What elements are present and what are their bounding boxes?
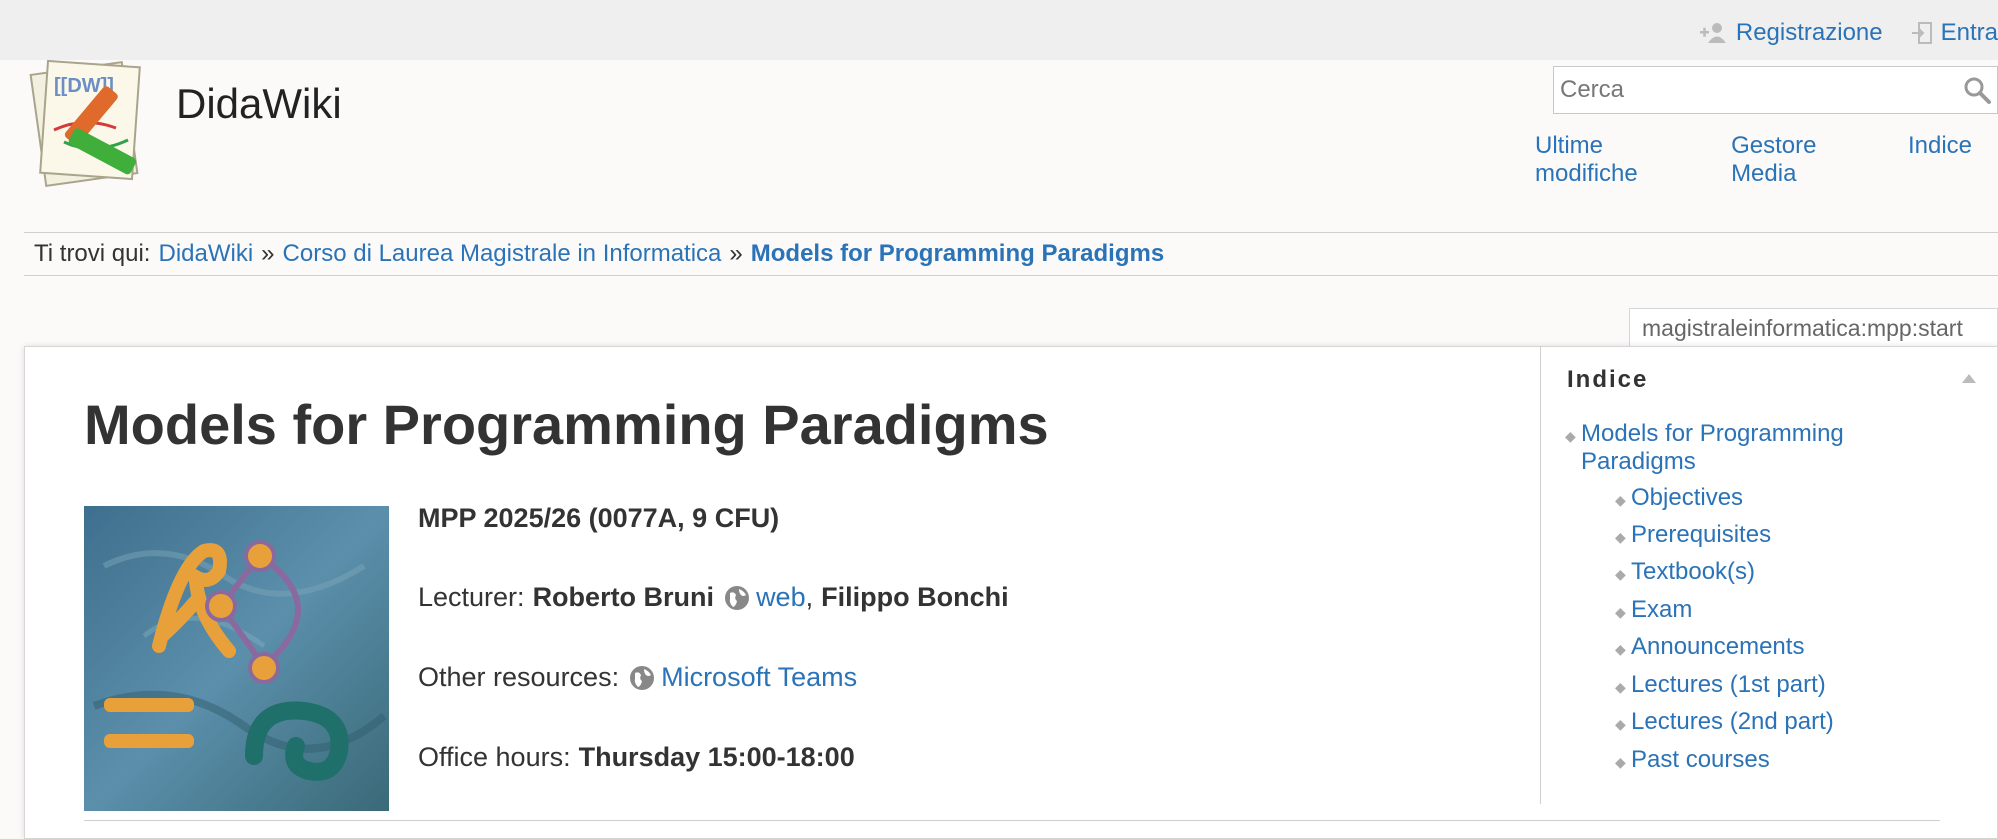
office-hours-value: Thursday 15:00-18:00 [578,742,855,772]
toc-link[interactable]: Models for Programming Paradigms [1581,420,1844,475]
toc-item-exam[interactable]: ◆ Exam [1615,596,1692,624]
toc-bullet-icon: ◆ [1615,566,1626,582]
toc-item-objectives[interactable]: ◆ Objectives [1615,484,1743,512]
toc-bullet-icon: ◆ [1615,641,1626,657]
resources-label: Other resources: [418,662,620,692]
resources-line: Other resources: Microsoft Teams [418,662,857,693]
breadcrumb-separator: » [729,240,743,267]
lecturer-web-link[interactable]: web [756,582,806,613]
add-user-icon [1699,23,1726,43]
media-manager-link[interactable]: Gestore Media [1731,132,1882,188]
toc-link[interactable]: Exam [1631,596,1692,623]
login-label: Entra [1940,19,1998,46]
recent-changes-link[interactable]: Ultime modifiche [1535,132,1705,188]
course-image [84,506,389,811]
breadcrumb-prefix: Ti trovi qui: [34,240,151,267]
toc-bullet-icon: ◆ [1615,492,1626,508]
office-hours-line: Office hours: Thursday 15:00-18:00 [418,742,855,773]
dokuwiki-logo-icon: [[DW]] [29,59,141,187]
lecturer-comma: , [805,582,814,612]
sitemap-link[interactable]: Indice [1908,132,1972,188]
divider [84,820,1940,821]
register-label: Registrazione [1735,19,1883,46]
user-tools: Registrazione Entra [1670,18,1998,48]
lecturer-name-2: Filippo Bonchi [821,582,1009,612]
toc-item-announcements[interactable]: ◆ Announcements [1615,633,1804,661]
toc-item-lectures-1[interactable]: ◆ Lectures (1st part) [1615,671,1826,699]
collapse-arrow-icon[interactable] [1961,372,1977,384]
site-logo[interactable]: [[DW]] [24,54,160,190]
toc-link[interactable]: Past courses [1631,746,1770,773]
toc-header[interactable]: Indice [1567,366,1648,394]
toc-bullet-icon: ◆ [1615,679,1626,695]
lambda-illustration-icon [84,506,389,811]
globe-icon [630,665,655,690]
toc-item-lectures-2[interactable]: ◆ Lectures (2nd part) [1615,708,1834,736]
login-link[interactable]: Entra [1911,19,1998,47]
microsoft-teams-link[interactable]: Microsoft Teams [661,662,857,693]
breadcrumb: Ti trovi qui: DidaWiki » Corso di Laurea… [24,232,1998,276]
search-input[interactable] [1554,69,1997,111]
search-box [1553,66,1998,114]
toc-link[interactable]: Lectures (1st part) [1631,671,1826,698]
breadcrumb-item-degree[interactable]: Corso di Laurea Magistrale in Informatic… [283,240,722,268]
toc-bullet-icon: ◆ [1615,604,1626,620]
toc-item-prerequisites[interactable]: ◆ Prerequisites [1615,521,1771,549]
toc-link[interactable]: Prerequisites [1631,521,1771,548]
page-id: magistraleinformatica:mpp:start [1629,308,1998,348]
login-icon [1911,22,1932,44]
search-icon[interactable] [1962,75,1992,105]
lecturer-label: Lecturer: [418,582,525,612]
page-title: Models for Programming Paradigms [84,393,1049,456]
breadcrumb-separator: » [261,240,275,267]
toc-item-textbooks[interactable]: ◆ Textbook(s) [1615,558,1755,586]
table-of-contents: Indice ◆ Models for Programming Paradigm… [1540,346,1998,804]
site-title[interactable]: DidaWiki [176,80,342,128]
lecturer-line: Lecturer: Roberto Bruni web , Filippo Bo… [418,582,1009,613]
toc-bullet-icon: ◆ [1565,428,1576,444]
toc-bullet-icon: ◆ [1615,754,1626,770]
toc-link[interactable]: Objectives [1631,484,1743,511]
office-hours-label: Office hours: [418,742,571,772]
toc-item-past-courses[interactable]: ◆ Past courses [1615,746,1770,774]
toc-link[interactable]: Announcements [1631,633,1804,660]
globe-icon [725,585,750,610]
breadcrumb-item-current[interactable]: Models for Programming Paradigms [751,240,1164,268]
site-tools: Ultime modifiche Gestore Media Indice [1535,132,1998,188]
toc-link[interactable]: Lectures (2nd part) [1631,708,1834,735]
toc-link[interactable]: Textbook(s) [1631,558,1755,585]
course-code: MPP 2025/26 (0077A, 9 CFU) [418,503,780,533]
register-link[interactable]: Registrazione [1698,19,1883,47]
lecturer-name-1: Roberto Bruni [532,582,715,612]
toc-bullet-icon: ◆ [1615,529,1626,545]
toc-bullet-icon: ◆ [1615,716,1626,732]
toc-item-top[interactable]: ◆ Models for Programming Paradigms [1565,420,1881,476]
breadcrumb-item-home[interactable]: DidaWiki [158,240,253,268]
